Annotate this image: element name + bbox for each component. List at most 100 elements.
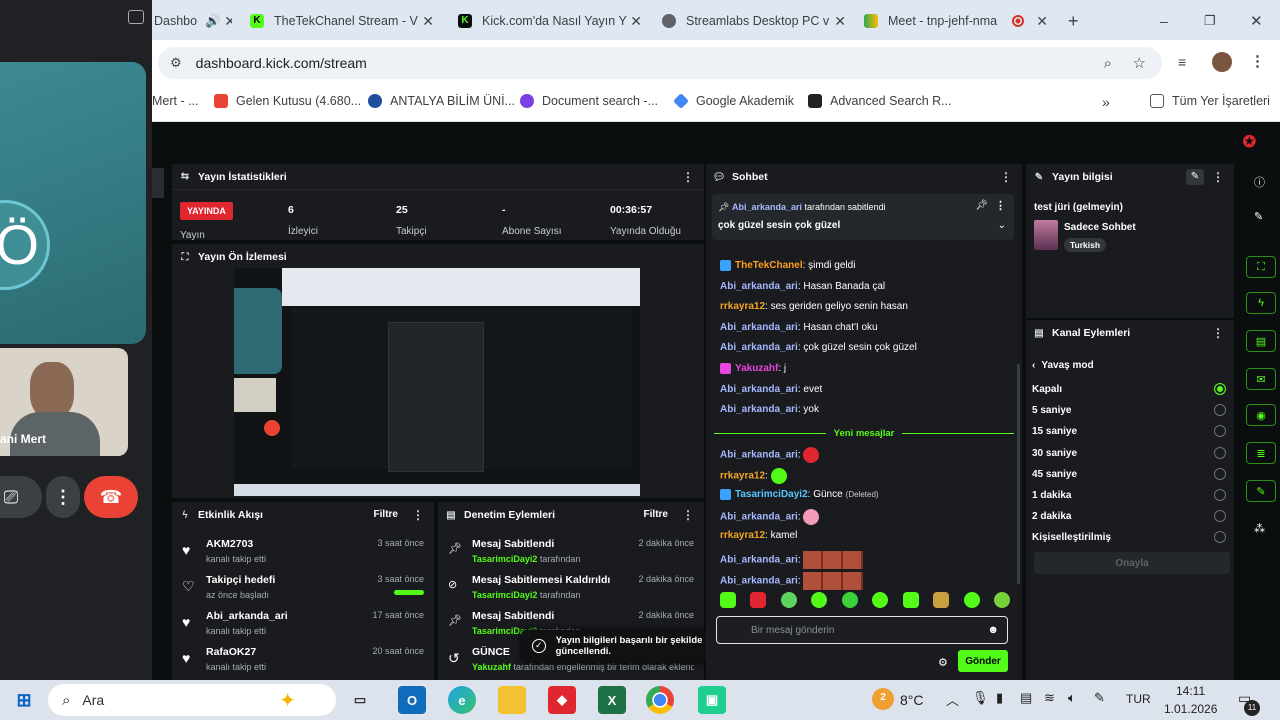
emote-icon[interactable]	[902, 592, 919, 608]
menu-icon[interactable]: ⋮	[1250, 52, 1265, 70]
back-button[interactable]: ‹ Yavaş mod	[1032, 360, 1094, 371]
bookmark-item[interactable]: Gelen Kutusu (4.680...	[214, 94, 361, 108]
wifi-icon[interactable]: ≋	[1044, 690, 1055, 706]
more-vert-icon[interactable]: ⋮	[1212, 326, 1224, 340]
zoom-icon[interactable]: ⌕	[1104, 55, 1112, 72]
filter-button[interactable]: Filtre	[644, 509, 668, 520]
kick-app-icon[interactable]: ▣	[698, 686, 726, 714]
chat-username[interactable]: rrkayra12	[720, 470, 765, 481]
apps-icon[interactable]: ⁂	[1254, 522, 1265, 535]
slow-mode-option[interactable]: 2 dakika	[1032, 511, 1071, 522]
language-indicator[interactable]: TUR	[1126, 692, 1151, 706]
close-tab-icon[interactable]: ✕	[224, 13, 232, 30]
radio-button[interactable]	[1214, 383, 1226, 395]
more-vert-icon[interactable]: ⋮	[412, 508, 424, 522]
radio-button[interactable]	[1214, 467, 1226, 480]
slow-mode-option[interactable]: Kapalı	[1032, 384, 1062, 395]
slow-mode-option[interactable]: 30 saniye	[1032, 448, 1077, 459]
radio-button[interactable]	[1214, 510, 1226, 523]
wrench-icon[interactable]: ✎	[1246, 480, 1276, 502]
chat-username[interactable]: Abi_arkanda_ari	[720, 555, 798, 566]
emote-icon[interactable]	[750, 592, 767, 608]
chat-message[interactable]: Abi_arkanda_ari: Hasan Banada çal	[720, 281, 885, 292]
chat-message[interactable]: Abi_arkanda_ari: yok	[720, 404, 819, 415]
lightning-icon[interactable]: ϟ	[1246, 292, 1276, 314]
bookmark-item[interactable]: Google Akademik	[673, 93, 794, 109]
more-vert-icon[interactable]: ⋮	[682, 508, 694, 522]
bookmark-item[interactable]: Document search -...	[520, 94, 658, 108]
confirm-button[interactable]: Onayla	[1034, 552, 1230, 574]
speaker-icon[interactable]: 🔊	[205, 14, 221, 29]
more-vert-icon[interactable]: ⋮	[682, 170, 694, 184]
send-button[interactable]: Gönder	[958, 650, 1008, 672]
info-icon[interactable]: ⓘ	[1254, 174, 1265, 190]
edit-icon[interactable]: ✎	[1186, 169, 1204, 185]
windows-start-icon[interactable]: ⊞	[10, 686, 38, 714]
new-tab-button[interactable]: +	[1068, 8, 1084, 34]
preview-video[interactable]	[234, 268, 640, 496]
emote-icon[interactable]	[933, 592, 950, 608]
unpin-icon[interactable]: 📌︎	[975, 200, 988, 211]
omnibox[interactable]: ⚙ dashboard.kick.com/stream ⌕ ☆	[158, 47, 1162, 79]
maximize-button[interactable]: ❐	[1204, 8, 1216, 34]
chevron-down-icon[interactable]: ⌄	[998, 220, 1006, 231]
url-text[interactable]: dashboard.kick.com/stream	[196, 55, 367, 71]
more-vert-icon[interactable]: ⋮	[1000, 170, 1012, 184]
tab-streamlabs[interactable]: Streamlabs Desktop PC v ✕	[662, 8, 846, 34]
close-tab-icon[interactable]: ✕	[1036, 13, 1048, 30]
chat-message[interactable]: Abi_arkanda_ari: Hasan chat'I oku	[720, 322, 878, 333]
slow-mode-option[interactable]: Kişiselleştirilmiş	[1032, 532, 1111, 543]
chat-icon[interactable]: ✉	[1246, 368, 1276, 390]
emote-icon[interactable]	[872, 592, 889, 608]
settings-gear-icon[interactable]: ⚙	[938, 656, 948, 669]
chat-message[interactable]: Abi_arkanda_ari: çok güzel sesin çok güz…	[720, 342, 917, 353]
screen-capture-icon[interactable]: ⛶	[1246, 256, 1276, 278]
volume-icon[interactable]: 🔈︎	[1068, 690, 1076, 706]
chat-message[interactable]: Abi_arkanda_ari:	[720, 551, 864, 569]
chat-message[interactable]: Abi_arkanda_ari: evet	[720, 384, 822, 395]
chat-username[interactable]: Abi_arkanda_ari	[720, 281, 798, 292]
slow-mode-option[interactable]: 15 saniye	[1032, 426, 1077, 437]
more-bookmarks-icon[interactable]: »	[1102, 94, 1110, 110]
minimize-button[interactable]: –	[1160, 8, 1168, 34]
tab-tekchanel[interactable]: K TheTekChanel Stream - V ✕	[250, 8, 434, 34]
anydesk-icon[interactable]: ◆	[548, 686, 576, 714]
radio-button[interactable]	[1214, 531, 1226, 544]
mic-icon[interactable]: 🎙︎	[972, 690, 989, 706]
chat-scrollbar[interactable]	[1017, 364, 1020, 584]
layers-icon[interactable]: ≣	[1246, 442, 1276, 464]
emote-icon[interactable]	[963, 592, 980, 608]
chat-message[interactable]: Yakuzahf: j	[720, 363, 786, 374]
more-vert-icon[interactable]: ⋮	[995, 199, 1006, 212]
edge-icon[interactable]: e	[448, 686, 476, 714]
chat-message[interactable]: Abi_arkanda_ari:	[720, 509, 820, 526]
radio-button[interactable]	[1214, 446, 1226, 459]
chat-username[interactable]: Yakuzahf	[735, 363, 778, 374]
close-tab-icon[interactable]: ✕	[834, 13, 846, 30]
emoji-icon[interactable]: ☻	[987, 624, 999, 636]
broadcast-icon[interactable]: ◉	[1246, 404, 1276, 426]
slow-mode-option[interactable]: 45 saniye	[1032, 469, 1077, 480]
profile-avatar[interactable]	[1212, 52, 1232, 72]
chat-username[interactable]: Abi_arkanda_ari	[720, 404, 798, 415]
chat-input[interactable]: Bir mesaj gönderin ☻	[716, 616, 1008, 644]
bookmark-item[interactable]: ANTALYA BİLİM ÜNİ...	[368, 94, 515, 108]
slow-mode-option[interactable]: 5 saniye	[1032, 405, 1071, 416]
chat-message[interactable]: rrkayra12:	[720, 467, 787, 484]
edit-icon[interactable]: ✎	[1254, 210, 1263, 223]
chat-message[interactable]: Abi_arkanda_ari:	[720, 447, 820, 463]
tab-meet[interactable]: Meet - tnp-jehf-nma ✕	[864, 8, 1048, 34]
close-tab-icon[interactable]: ✕	[630, 13, 642, 30]
task-view-icon[interactable]: ▭	[346, 686, 374, 714]
chat-message[interactable]: rrkayra12: ses geriden geliyo senin hasa…	[720, 301, 908, 312]
emote-icon[interactable]	[780, 592, 797, 608]
slow-mode-option[interactable]: 1 dakika	[1032, 490, 1071, 501]
clock-time[interactable]: 14:11	[1176, 684, 1205, 698]
chat-username[interactable]: Abi_arkanda_ari	[720, 342, 798, 353]
usb-icon[interactable]: ▮	[996, 690, 1003, 706]
bookmark-item[interactable]: Advanced Search R...	[808, 94, 952, 108]
chat-username[interactable]: TasarimciDayi2	[735, 489, 808, 500]
weather-temp[interactable]: 8°C	[900, 692, 924, 708]
chat-username[interactable]: Abi_arkanda_ari	[720, 450, 798, 461]
more-options-button[interactable]: ⋮	[46, 476, 80, 518]
